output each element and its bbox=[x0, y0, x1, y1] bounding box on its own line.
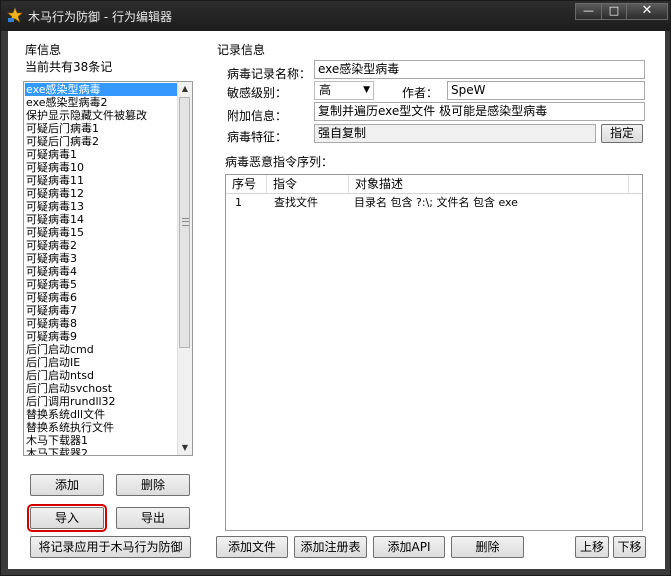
client-area: 库信息 当前共有38条记 exe感染型病毒 exe感染型病毒2 保护显示隐藏文件被篡… bbox=[8, 31, 665, 569]
list-item[interactable]: 可疑病毒2 bbox=[25, 239, 177, 252]
extra-info-label: 附加信息： bbox=[227, 109, 288, 123]
delete-record-button[interactable]: 删除 bbox=[116, 474, 190, 496]
list-item[interactable]: 可疑病毒14 bbox=[25, 213, 177, 226]
list-item[interactable]: 可疑病毒10 bbox=[25, 161, 177, 174]
title-bar[interactable]: 木马行为防御 - 行为编辑器 — □ ✕ bbox=[1, 1, 670, 31]
column-header-no[interactable]: 序号 bbox=[226, 175, 267, 193]
add-api-button[interactable]: 添加API bbox=[373, 536, 445, 558]
command-list-header: 序号 指令 对象描述 bbox=[226, 175, 642, 194]
author-label: 作者： bbox=[402, 86, 439, 100]
add-registry-button[interactable]: 添加注册表 bbox=[294, 536, 367, 558]
list-item[interactable]: 后门启动ntsd bbox=[25, 369, 177, 382]
list-item[interactable]: 可疑后门病毒1 bbox=[25, 122, 177, 135]
row-no: 1 bbox=[235, 196, 242, 209]
close-button[interactable]: ✕ bbox=[626, 3, 668, 20]
list-item[interactable]: 可疑病毒7 bbox=[25, 304, 177, 317]
list-item[interactable]: 后门启动cmd bbox=[25, 343, 177, 356]
scroll-thumb[interactable] bbox=[179, 97, 190, 348]
maximize-button[interactable]: □ bbox=[601, 3, 627, 20]
grip-icon bbox=[182, 218, 189, 226]
minimize-button[interactable]: — bbox=[575, 3, 602, 20]
list-item[interactable]: 后门启动svchost bbox=[25, 382, 177, 395]
extra-info-field[interactable]: 复制并遍历exe型文件 极可能是感染型病毒 bbox=[314, 102, 645, 121]
record-list-items: exe感染型病毒 exe感染型病毒2 保护显示隐藏文件被篡改 可疑后门病毒1 可疑后门病… bbox=[25, 83, 177, 455]
level-label: 敏感级别： bbox=[227, 86, 288, 100]
app-star-icon bbox=[7, 7, 23, 23]
add-file-button[interactable]: 添加文件 bbox=[216, 536, 288, 558]
import-button[interactable]: 导入 bbox=[27, 504, 107, 532]
apply-records-button[interactable]: 将记录应用于木马行为防御 bbox=[30, 536, 191, 558]
scroll-up-icon[interactable]: ▲ bbox=[178, 82, 192, 96]
editor-window: 木马行为防御 - 行为编辑器 — □ ✕ 库信息 当前共有38条记 exe感染型… bbox=[0, 0, 671, 576]
specify-button[interactable]: 指定 bbox=[601, 124, 643, 143]
record-header: 记录信息 bbox=[217, 43, 266, 57]
sequence-label: 病毒恶意指令序列： bbox=[225, 155, 334, 169]
list-item[interactable]: 可疑病毒11 bbox=[25, 174, 177, 187]
list-item[interactable]: 替换系统dll文件 bbox=[25, 408, 177, 421]
list-item[interactable]: 可疑病毒4 bbox=[25, 265, 177, 278]
list-item[interactable]: 可疑后门病毒2 bbox=[25, 135, 177, 148]
list-item[interactable]: 后门启动IE bbox=[25, 356, 177, 369]
row-desc: 目录名 包含 ?:\; 文件名 包含 exe bbox=[354, 196, 518, 209]
list-item[interactable]: 可疑病毒13 bbox=[25, 200, 177, 213]
list-item[interactable]: 可疑病毒12 bbox=[25, 187, 177, 200]
record-list-scrollbar[interactable]: ▲ ▼ bbox=[177, 82, 192, 455]
move-down-button[interactable]: 下移 bbox=[613, 536, 646, 558]
list-item[interactable]: exe感染型病毒 bbox=[25, 83, 177, 96]
list-item[interactable]: exe感染型病毒2 bbox=[25, 96, 177, 109]
record-name-field[interactable]: exe感染型病毒 bbox=[314, 60, 645, 79]
window-title: 木马行为防御 - 行为编辑器 bbox=[28, 10, 172, 24]
list-item[interactable]: 可疑病毒15 bbox=[25, 226, 177, 239]
name-label: 病毒记录名称： bbox=[227, 67, 312, 81]
export-button[interactable]: 导出 bbox=[116, 507, 190, 529]
command-list[interactable]: 序号 指令 对象描述 1 查找文件 目录名 包含 ?:\; 文件名 包含 exe bbox=[225, 174, 643, 531]
scroll-down-icon[interactable]: ▼ bbox=[178, 441, 192, 455]
list-item[interactable]: 可疑病毒8 bbox=[25, 317, 177, 330]
record-list[interactable]: exe感染型病毒 exe感染型病毒2 保护显示隐藏文件被篡改 可疑后门病毒1 可疑后门病… bbox=[23, 81, 193, 456]
move-up-button[interactable]: 上移 bbox=[575, 536, 609, 558]
list-item[interactable]: 可疑病毒5 bbox=[25, 278, 177, 291]
row-cmd: 查找文件 bbox=[274, 196, 318, 209]
add-record-button[interactable]: 添加 bbox=[30, 474, 104, 496]
list-item[interactable]: 可疑病毒9 bbox=[25, 330, 177, 343]
feature-field: 强自复制 bbox=[314, 124, 596, 143]
list-item[interactable]: 可疑病毒6 bbox=[25, 291, 177, 304]
remove-command-button[interactable]: 删除 bbox=[451, 536, 524, 558]
list-item[interactable]: 替换系统执行文件 bbox=[25, 421, 177, 434]
author-field[interactable]: SpeW bbox=[447, 81, 645, 100]
column-header-desc[interactable]: 对象描述 bbox=[349, 175, 629, 193]
chevron-down-icon: ▼ bbox=[363, 85, 370, 95]
level-value: 高 bbox=[319, 83, 332, 97]
level-select[interactable]: 高 ▼ bbox=[314, 81, 374, 100]
feature-label: 病毒特征： bbox=[227, 130, 288, 144]
list-item[interactable]: 可疑病毒1 bbox=[25, 148, 177, 161]
list-item[interactable]: 保护显示隐藏文件被篡改 bbox=[25, 109, 177, 122]
list-item[interactable]: 木马下载器2 bbox=[25, 447, 177, 455]
list-item[interactable]: 后门调用rundll32 bbox=[25, 395, 177, 408]
list-item[interactable]: 可疑病毒3 bbox=[25, 252, 177, 265]
library-header: 库信息 bbox=[25, 43, 62, 57]
record-count: 当前共有38条记 bbox=[25, 60, 113, 74]
column-header-cmd[interactable]: 指令 bbox=[267, 175, 349, 193]
list-item[interactable]: 木马下载器1 bbox=[25, 434, 177, 447]
